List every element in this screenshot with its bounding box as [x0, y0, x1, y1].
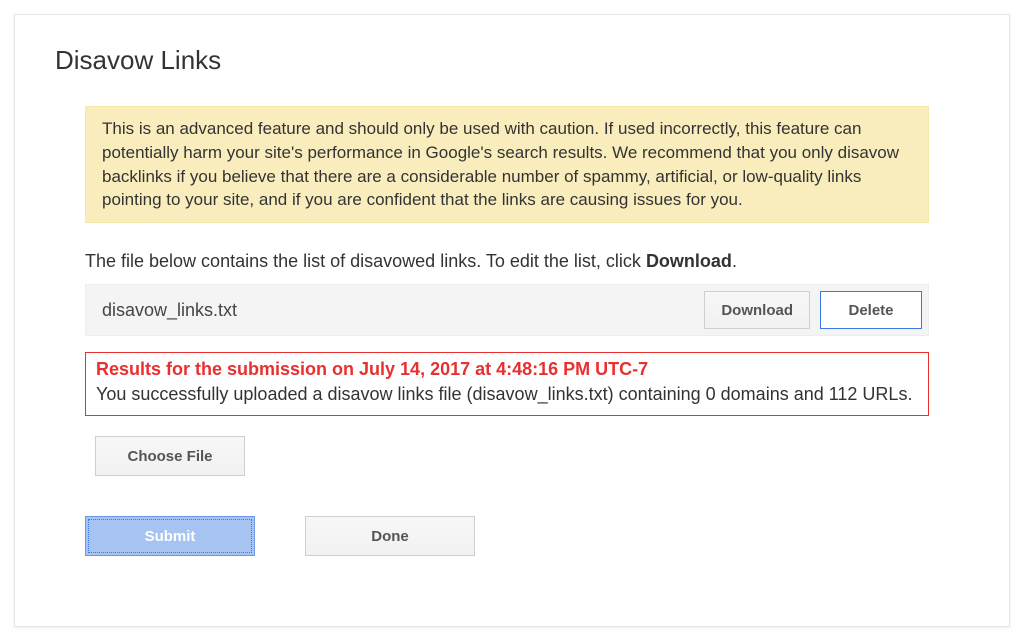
choose-file-row: Choose File [85, 436, 929, 476]
page-title: Disavow Links [55, 45, 959, 76]
submit-button[interactable]: Submit [85, 516, 255, 556]
instruction-pre: The file below contains the list of disa… [85, 251, 646, 271]
result-body: You successfully uploaded a disavow link… [96, 384, 918, 405]
result-header: Results for the submission on July 14, 2… [96, 359, 918, 380]
file-row: disavow_links.txt Download Delete [85, 284, 929, 336]
instruction-bold: Download [646, 251, 732, 271]
done-button[interactable]: Done [305, 516, 475, 556]
result-box: Results for the submission on July 14, 2… [85, 352, 929, 416]
instruction-post: . [732, 251, 737, 271]
download-button[interactable]: Download [704, 291, 810, 329]
file-name: disavow_links.txt [102, 300, 694, 321]
delete-button[interactable]: Delete [820, 291, 922, 329]
instruction-text: The file below contains the list of disa… [85, 251, 929, 272]
disavow-card: Disavow Links This is an advanced featur… [14, 14, 1010, 627]
bottom-button-row: Submit Done [85, 516, 929, 556]
choose-file-button[interactable]: Choose File [95, 436, 245, 476]
warning-banner: This is an advanced feature and should o… [85, 106, 929, 223]
